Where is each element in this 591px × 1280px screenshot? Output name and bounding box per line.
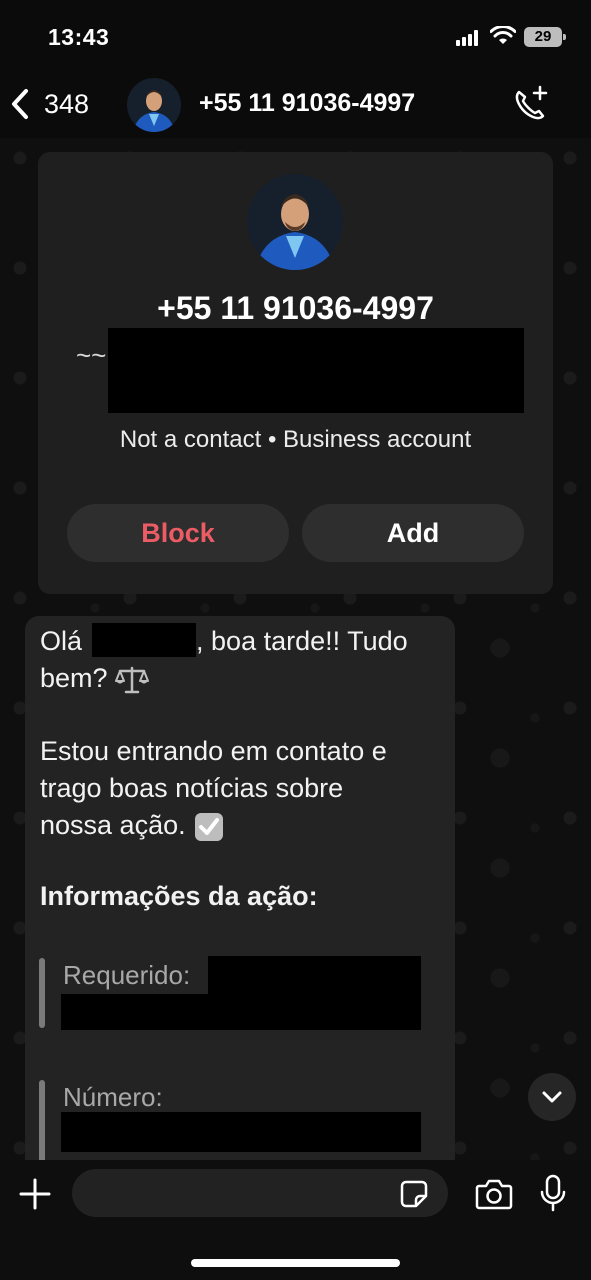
contact-meta: Not a contact • Business account [119, 426, 472, 453]
para2-line3: nossa ação. [40, 810, 186, 840]
microphone-icon[interactable] [539, 1174, 567, 1212]
contact-info-card: +55 11 91036-4997 ~~ Not a contact • Bus… [38, 152, 553, 594]
chevron-down-icon [542, 1091, 562, 1103]
block-button[interactable]: Block [67, 504, 289, 562]
scales-emoji-icon [115, 666, 150, 694]
contact-phone-number: +55 11 91036-4997 [157, 290, 434, 326]
message-line: Estou entrando em contato e [40, 736, 387, 766]
greeting-start: Olá [40, 626, 83, 656]
message-line: Olá , boa tarde!! Tudo [40, 623, 408, 660]
phone-add-icon[interactable] [510, 84, 550, 124]
add-contact-button[interactable]: Add [302, 504, 524, 562]
message-line: trago boas notícias sobre [40, 773, 344, 803]
status-bar: 13:43 29 [0, 0, 591, 70]
redacted-requerido [208, 956, 421, 1030]
message-bubble[interactable]: Olá , boa tarde!! Tudo bem? Estou entrand… [25, 616, 455, 1176]
status-time: 13:43 [48, 24, 110, 50]
greeting-line2: bem? [40, 663, 108, 693]
message-line: bem? [40, 660, 150, 697]
contact-photo [247, 174, 343, 270]
check-box-emoji-icon [195, 812, 224, 841]
redacted-about [108, 328, 524, 413]
redacted-name [92, 623, 197, 657]
wifi-icon [490, 26, 516, 44]
scroll-to-bottom-button[interactable] [528, 1073, 576, 1121]
unread-count: 348 [44, 88, 90, 119]
greeting-end: , boa tarde!! Tudo [196, 626, 408, 656]
camera-icon[interactable] [475, 1177, 513, 1211]
message-input[interactable] [72, 1169, 448, 1217]
chat-header: 348 +55 11 91036-4997 [0, 70, 591, 138]
contact-avatar[interactable] [247, 174, 343, 270]
chat-title[interactable]: +55 11 91036-4997 [199, 89, 415, 118]
back-button[interactable]: 348 [10, 82, 89, 126]
message-line: nossa ação. [40, 807, 225, 844]
section-title: Informações da ação: [40, 881, 318, 911]
sticker-icon[interactable] [400, 1180, 428, 1208]
quote-label-numero: Número: [63, 1082, 163, 1112]
message-composer [0, 1160, 591, 1280]
redacted-requerido-2 [61, 994, 221, 1030]
home-indicator [191, 1259, 400, 1267]
plus-icon[interactable] [18, 1177, 52, 1211]
quote-bar [39, 958, 45, 1028]
quote-label-requerido: Requerido: [63, 960, 191, 990]
cellular-signal-icon [456, 30, 480, 46]
contact-about-prefix: ~~ [76, 340, 107, 370]
redacted-numero [61, 1112, 421, 1152]
avatar-photo [127, 78, 181, 132]
battery-icon: 29 [524, 27, 566, 47]
chevron-left-icon [12, 89, 28, 119]
avatar[interactable] [127, 78, 181, 132]
